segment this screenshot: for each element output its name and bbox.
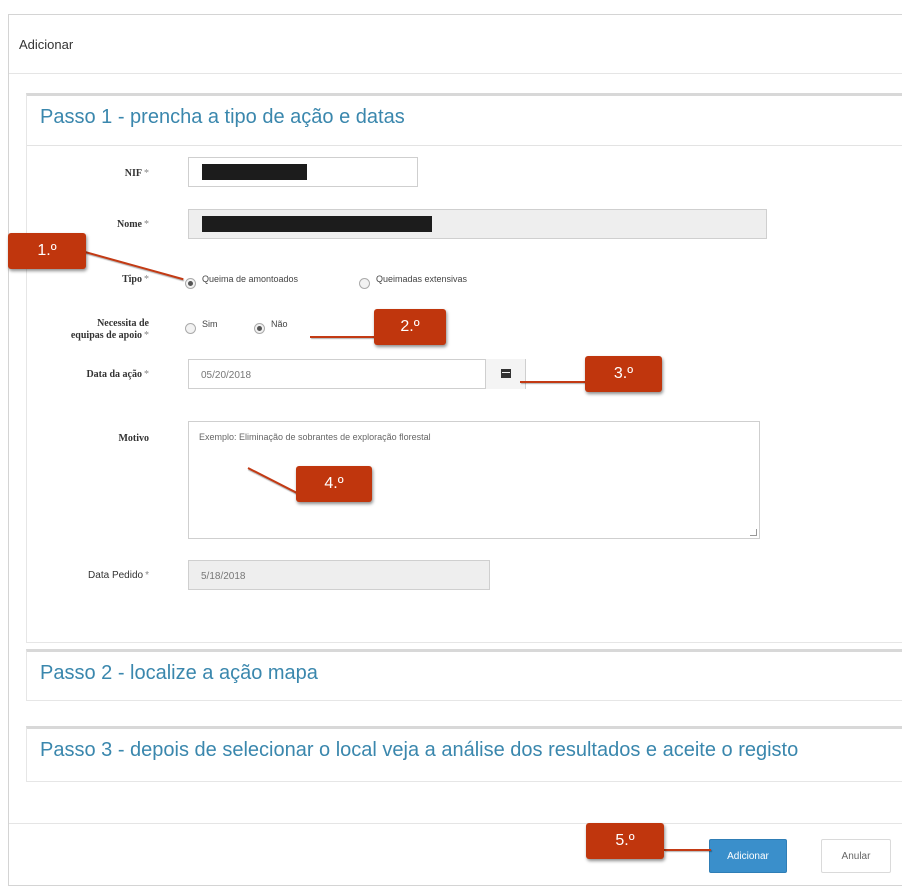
callout-3: 3.º bbox=[585, 356, 662, 392]
add-modal: Adicionar Passo 1 - prencha a tipo de aç… bbox=[8, 14, 902, 886]
step3-heading[interactable]: Passo 3 - depois de selecionar o local v… bbox=[27, 729, 902, 779]
calendar-icon bbox=[501, 369, 511, 378]
modal-title: Adicionar bbox=[19, 37, 74, 52]
apoio-option-nao-label: Não bbox=[271, 319, 288, 329]
add-button[interactable]: Adicionar bbox=[709, 839, 787, 873]
calendar-button[interactable] bbox=[485, 359, 525, 389]
callout-1: 1.º bbox=[8, 233, 86, 269]
apoio-label: Necessita de equipas de apoio * bbox=[70, 318, 149, 341]
callout-2-line bbox=[310, 336, 374, 338]
data-pedido-label: Data Pedido * bbox=[88, 570, 149, 581]
tipo-option-extensivas-label: Queimadas extensivas bbox=[376, 274, 468, 284]
callout-3-line bbox=[520, 381, 585, 383]
tipo-label: Tipo * bbox=[122, 274, 149, 285]
callout-2: 2.º bbox=[374, 309, 446, 345]
data-acao-input[interactable]: 05/20/2018 bbox=[188, 359, 526, 389]
step3-panel: Passo 3 - depois de selecionar o local v… bbox=[26, 726, 902, 782]
nome-input[interactable] bbox=[188, 209, 767, 239]
apoio-radio-nao[interactable] bbox=[254, 323, 265, 334]
apoio-option-sim-label: Sim bbox=[202, 319, 218, 329]
callout-5: 5.º bbox=[586, 823, 664, 859]
motivo-label: Motivo bbox=[118, 433, 149, 444]
nif-redacted bbox=[202, 164, 307, 180]
resize-handle[interactable] bbox=[750, 529, 757, 536]
modal-footer-divider bbox=[9, 823, 902, 824]
data-acao-label: Data da ação * bbox=[86, 369, 149, 380]
cancel-button[interactable]: Anular bbox=[821, 839, 891, 873]
apoio-radio-sim[interactable] bbox=[185, 323, 196, 334]
nome-label: Nome * bbox=[117, 219, 149, 230]
data-pedido-input[interactable]: 5/18/2018 bbox=[188, 560, 490, 590]
callout-4: 4.º bbox=[296, 466, 372, 502]
tipo-radio-amontoados[interactable] bbox=[185, 278, 196, 289]
tipo-option-amontoados-label: Queima de amontoados bbox=[202, 274, 299, 284]
callout-5-line bbox=[664, 849, 711, 851]
nif-input[interactable] bbox=[188, 157, 418, 187]
tipo-radio-extensivas[interactable] bbox=[359, 278, 370, 289]
step2-heading[interactable]: Passo 2 - localize a ação mapa bbox=[27, 652, 902, 702]
step1-heading: Passo 1 - prencha a tipo de ação e datas bbox=[27, 96, 902, 146]
nome-redacted bbox=[202, 216, 432, 232]
step2-panel: Passo 2 - localize a ação mapa bbox=[26, 649, 902, 701]
nif-label: NIF * bbox=[124, 168, 149, 179]
modal-header-divider bbox=[9, 73, 902, 74]
